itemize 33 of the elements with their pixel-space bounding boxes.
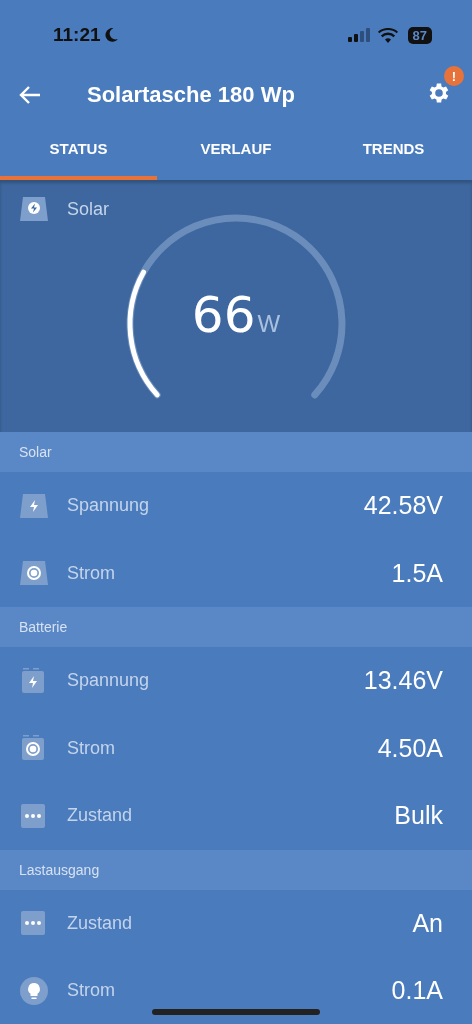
power-unit: W [257, 310, 281, 338]
status-time: 11:21 [53, 24, 101, 46]
reading-value: Bulk [394, 801, 443, 831]
reading-label: Spannung [67, 670, 150, 692]
tab[interactable]: VERLAUF [157, 120, 315, 180]
section-title: Batterie [19, 619, 68, 635]
gauge-label: Solar [67, 198, 110, 220]
tab[interactable]: TRENDS [315, 120, 472, 180]
signal-icon [347, 28, 370, 42]
section-title: Solar [19, 444, 52, 460]
reading-value: 1.5A [391, 558, 443, 588]
reading-label: Strom [67, 980, 115, 1002]
reading-label: Spannung [67, 495, 150, 517]
reading-label: Zustand [67, 912, 133, 934]
reading-value: 13.46V [363, 666, 443, 696]
solar-panel-icon [19, 196, 49, 222]
reading-label: Zustand [67, 805, 133, 827]
section-title: Lastausgang [19, 861, 100, 878]
power-value: 66 [191, 286, 256, 344]
moon-icon [102, 27, 119, 43]
alert-badge: ! [444, 66, 464, 86]
wifi-icon [377, 27, 398, 43]
battery-indicator: 87 [407, 26, 432, 44]
reading-value: 42.58V [363, 491, 443, 521]
panel-bolt-icon [19, 492, 49, 519]
back-arrow-icon[interactable] [19, 85, 41, 105]
reading-value: 0.1A [391, 976, 443, 1006]
reading-value: 4.50A [377, 733, 443, 763]
lightbulb-icon [19, 975, 49, 1006]
reading-value: An [412, 908, 443, 938]
reading-label: Strom [67, 737, 115, 759]
screen-title: Solartasche 180 Wp [87, 82, 295, 108]
reading-label: Strom [67, 562, 115, 584]
